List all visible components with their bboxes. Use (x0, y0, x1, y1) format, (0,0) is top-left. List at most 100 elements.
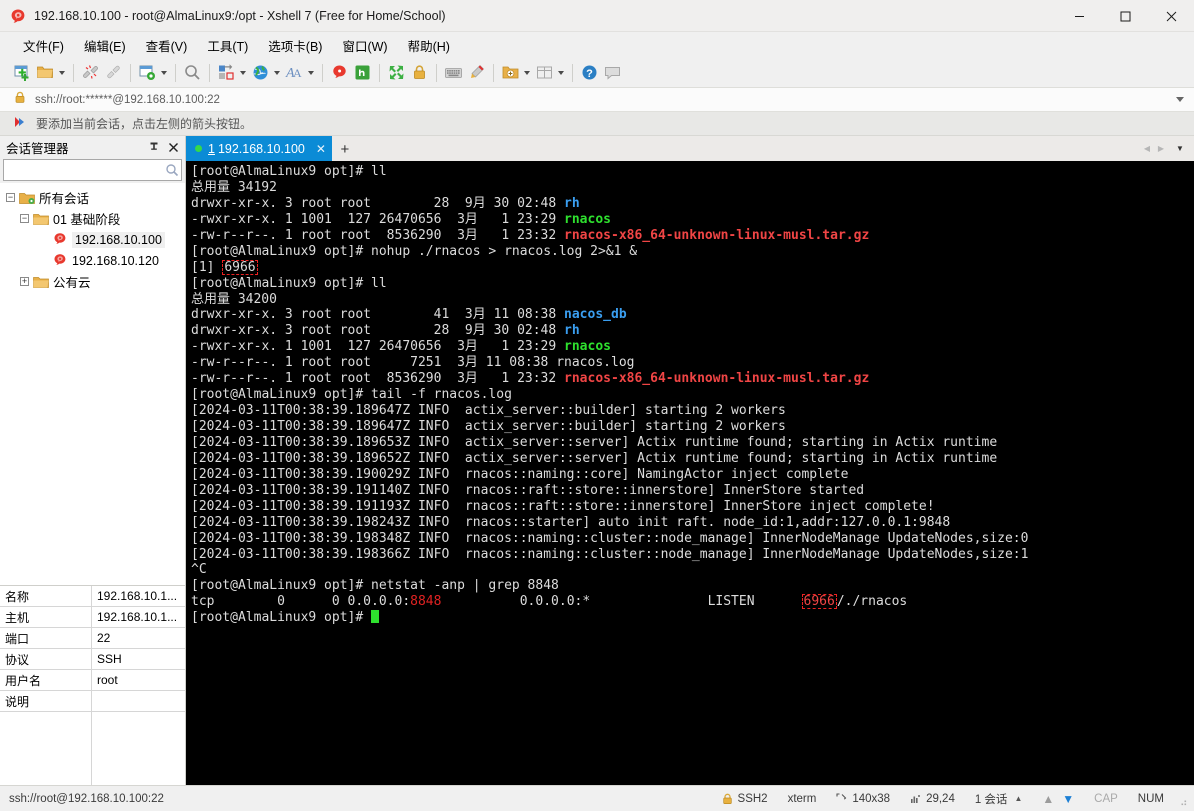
terminal-line: 总用量 34200 (191, 292, 1194, 308)
terminal-text: [2024-03-11T00:38:39.189647Z INFO actix_… (191, 403, 786, 419)
new-session-icon[interactable] (11, 61, 34, 85)
close-button[interactable] (1148, 0, 1194, 32)
expander-icon[interactable]: − (6, 193, 15, 202)
tab-192-168-10-100[interactable]: 1 192.168.10.100 ✕ (186, 136, 332, 161)
tab-list-dropdown-icon[interactable]: ▼ (1172, 139, 1188, 159)
address-dropdown-icon[interactable] (1176, 97, 1184, 102)
maximize-button[interactable] (1102, 0, 1148, 32)
notice-bar: 要添加当前会话，点击左侧的箭头按钮。 (0, 112, 1194, 136)
terminal-text: [2024-03-11T00:38:39.189652Z INFO actix_… (191, 450, 998, 466)
status-terminal-type: xterm (787, 792, 817, 805)
feedback-icon[interactable] (601, 61, 624, 85)
xftp-icon[interactable] (351, 61, 374, 85)
help-icon[interactable]: ? (578, 61, 601, 85)
layout-icon[interactable] (533, 61, 556, 85)
address-bar[interactable]: ssh://root:******@192.168.10.100:22 (0, 88, 1194, 112)
menu-file[interactable]: 文件(F) (14, 33, 73, 58)
tab-scroll-left-icon[interactable]: ◀ (1140, 139, 1154, 159)
terminal-output[interactable]: [root@AlmaLinux9 opt]# ll 总用量 34192 drwxr-… (186, 161, 1194, 785)
transfer-icon[interactable] (215, 61, 238, 85)
menu-help[interactable]: 帮助(H) (399, 33, 459, 58)
tab-close-icon[interactable]: ✕ (316, 142, 326, 156)
terminal-line: tcp 0 0 0.0.0.0:8848 0.0.0.0:* LISTEN 69… (191, 594, 1194, 610)
search-icon[interactable] (165, 163, 179, 177)
close-panel-icon[interactable] (165, 139, 182, 156)
reconnect-icon[interactable] (102, 61, 125, 85)
transfer-caret-icon[interactable] (240, 70, 246, 75)
property-value: root (97, 673, 118, 687)
tab-strip-controls: ◀ ▶ ▼ (1140, 136, 1194, 161)
property-row: 主机 192.168.10.1... (0, 607, 185, 628)
folder-icon (33, 275, 49, 289)
tab-status-dot-icon (195, 145, 202, 152)
session-search-input[interactable] (4, 162, 165, 178)
property-key: 协议 (0, 649, 92, 669)
terminal-line: ^C (191, 562, 1194, 578)
tree-node-all-sessions[interactable]: − 所有会话 (0, 187, 185, 208)
property-row: 名称 192.168.10.1... (0, 586, 185, 607)
session-properties-icon[interactable] (136, 61, 159, 85)
terminal-highlight-box: 6966 (801, 594, 837, 610)
session-count-caret-icon[interactable]: ▲ (1014, 794, 1022, 803)
menu-view[interactable]: 查看(V) (137, 33, 197, 58)
tab-scroll-right-icon[interactable]: ▶ (1154, 139, 1168, 159)
tree-label: 所有会话 (39, 192, 90, 206)
resize-grip-icon[interactable] (1176, 795, 1188, 807)
menu-bar: 文件(F) 编辑(E) 查看(V) 工具(T) 选项卡(B) 窗口(W) 帮助(… (0, 32, 1194, 58)
terminal-text: ^C (191, 562, 207, 578)
menu-tools[interactable]: 工具(T) (198, 33, 257, 58)
terminal-text: [2024-03-11T00:38:39.198243Z INFO rnacos… (191, 514, 951, 530)
status-cursor-label: 29,24 (926, 792, 955, 805)
tree-node-basic-stage[interactable]: − 01 基础阶段 (0, 208, 185, 229)
disconnect-icon[interactable] (79, 61, 102, 85)
session-manager-header: 会话管理器 (0, 136, 185, 158)
menu-window[interactable]: 窗口(W) (333, 33, 396, 58)
find-icon[interactable] (181, 61, 204, 85)
session-search-box[interactable] (3, 159, 182, 181)
open-folder-caret-icon[interactable] (59, 70, 65, 75)
terminal-text: 总用量 34192 (191, 179, 277, 195)
keyboard-icon[interactable] (442, 61, 465, 85)
terminal-line: [2024-03-11T00:38:39.189647Z INFO actix_… (191, 419, 1194, 435)
tree-node-session-120[interactable]: 192.168.10.120 (0, 250, 185, 271)
layout-caret-icon[interactable] (558, 70, 564, 75)
menu-edit[interactable]: 编辑(E) (75, 33, 135, 58)
add-to-folder-caret-icon[interactable] (524, 70, 530, 75)
terminal-text: [root@AlmaLinux9 opt]# (191, 610, 372, 626)
font-caret-icon[interactable] (308, 70, 314, 75)
property-value: 22 (97, 631, 111, 645)
minimize-button[interactable] (1056, 0, 1102, 32)
xshell-icon[interactable] (328, 61, 351, 85)
expander-icon[interactable]: + (20, 277, 29, 286)
tab-number: 1 (208, 141, 215, 156)
globe-caret-icon[interactable] (274, 70, 280, 75)
expander-icon[interactable]: − (20, 214, 29, 223)
status-session-count[interactable]: 1 会话 ▲ (965, 789, 1033, 809)
highlight-icon[interactable] (465, 61, 488, 85)
tree-node-session-100[interactable]: 192.168.10.100 (0, 229, 185, 250)
property-row: 用户名 root (0, 670, 185, 691)
terminal-text: /./rnacos (836, 594, 908, 610)
session-properties-caret-icon[interactable] (161, 70, 167, 75)
body-split: 会话管理器 − 所有会话 − 01 基础阶段 192.168.10.100 19… (0, 136, 1194, 785)
tree-node-public-cloud[interactable]: + 公有云 (0, 271, 185, 292)
font-icon[interactable]: A A (283, 61, 306, 85)
terminal-line: [2024-03-11T00:38:39.190029Z INFO rnacos… (191, 467, 1194, 483)
terminal-line: -rwxr-xr-x. 1 1001 127 26470656 3月 1 23:… (191, 212, 1194, 228)
pin-icon[interactable] (145, 139, 162, 156)
svg-text:?: ? (586, 68, 593, 80)
menu-tabs[interactable]: 选项卡(B) (259, 33, 331, 58)
lock-icon[interactable] (408, 61, 431, 85)
terminal-text: nacos_db (564, 307, 627, 323)
new-tab-button[interactable]: + (331, 138, 358, 161)
root-folder-icon (19, 191, 35, 205)
globe-icon[interactable] (249, 61, 272, 85)
session-icon (52, 232, 68, 247)
open-folder-icon[interactable] (34, 61, 57, 85)
add-to-folder-icon[interactable] (499, 61, 522, 85)
fullscreen-icon[interactable] (385, 61, 408, 85)
tab-label: 192.168.10.100 (217, 141, 305, 156)
status-protocol-label: SSH2 (737, 792, 768, 805)
address-value: ssh://root:******@192.168.10.100:22 (35, 93, 220, 106)
tree-label: 01 基础阶段 (53, 213, 121, 227)
